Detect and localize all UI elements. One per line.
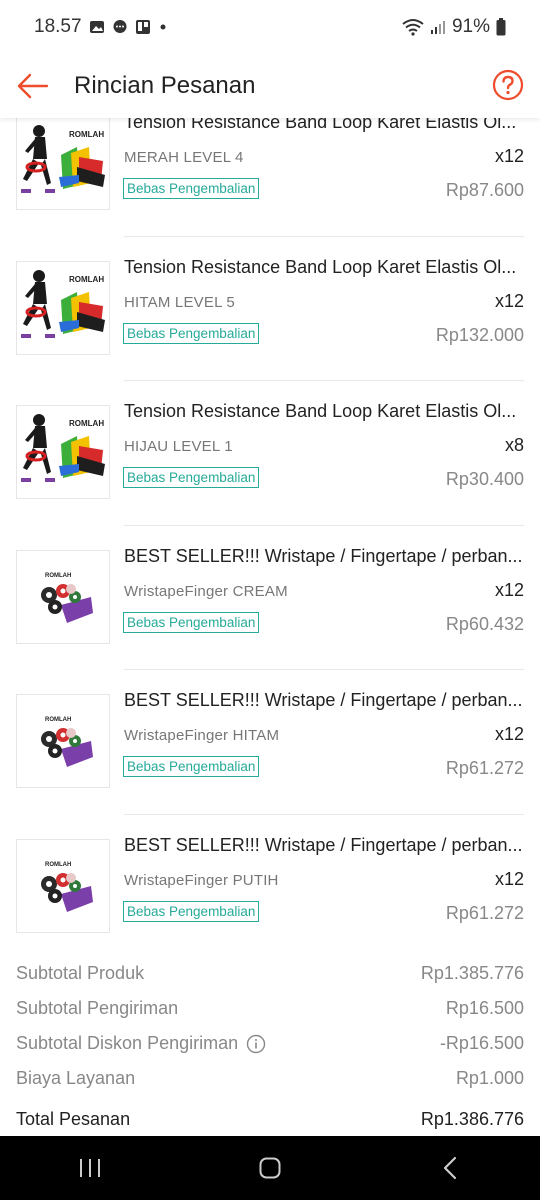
diskon-pengiriman-label: Subtotal Diskon Pengiriman [16,1033,239,1053]
product-name: Tension Resistance Band Loop Karet Elast… [124,118,517,132]
thumb-brand-text: ROMLAH [45,862,71,868]
product-list: ROMLAH Tension Resistance Band Loop Kare… [0,118,540,959]
product-variant: HITAM LEVEL 5 [124,293,235,311]
product-name: BEST SELLER!!! Wristape / Fingertape / p… [124,690,523,710]
product-quantity: x12 [494,724,524,744]
biaya-layanan-label: Biaya Layanan [16,1068,136,1088]
status-right: 91% [402,16,506,38]
product-thumbnail[interactable]: ROMLAH [16,694,110,788]
subtotal-pengiriman-label: Subtotal Pengiriman [16,998,179,1018]
wifi-icon [402,19,424,36]
recent-apps-icon [80,1159,100,1177]
free-return-badge: Bebas Pengembalian [123,178,260,199]
thumb-brand-text: ROMLAH [69,130,104,139]
product-thumbnail[interactable]: ROMLAH [16,838,110,933]
subtotal-produk-value: Rp1.385.776 [420,963,524,983]
product-item[interactable]: ROMLAH Tension Resistance Band Loop Kare… [0,381,540,526]
product-price: Rp61.272 [445,758,524,778]
battery-percent: 91% [451,16,490,37]
order-detail-content: ROMLAH Tension Resistance Band Loop Kare… [0,118,540,1136]
status-left: 18.57 [34,16,168,38]
free-return-badge: Bebas Pengembalian [123,322,260,344]
home-icon [259,1157,281,1179]
back-nav-button[interactable] [420,1136,480,1200]
gallery-icon [89,21,104,33]
wrist-tape-image: ROMLAH [17,839,109,932]
order-summary: Subtotal Produk Rp1.385.776 Subtotal Pen… [0,956,540,1136]
product-variant: MERAH LEVEL 4 [124,149,244,166]
total-pesanan-row: Total Pesanan Rp1.386.776 [0,1102,540,1136]
product-item[interactable]: ROMLAH Tension Resistance Band Loop Kare… [0,118,540,237]
product-quantity: x12 [494,290,524,311]
product-name: BEST SELLER!!! Wristape / Fingertape / p… [124,834,523,855]
product-variant: WristapeFinger HITAM [124,727,280,744]
product-price: Rp61.272 [445,902,524,923]
thumb-brand-text: ROMLAH [69,419,104,428]
total-pesanan-label: Total Pesanan [16,1109,131,1129]
free-return-badge: Bebas Pengembalian [123,900,260,922]
free-return-badge: Bebas Pengembalian [123,611,260,633]
signal-icon [430,21,445,34]
diskon-pengiriman-row: Subtotal Diskon Pengiriman -Rp16.500 [0,1026,540,1061]
diskon-pengiriman-value: -Rp16.500 [439,1033,524,1053]
product-variant: WristapeFinger PUTIH [124,871,279,889]
thumb-brand-text: ROMLAH [45,717,71,723]
product-name: Tension Resistance Band Loop Karet Elast… [124,401,517,421]
product-variant: HIJAU LEVEL 1 [124,438,233,455]
product-quantity: x12 [494,579,524,600]
total-pesanan-value: Rp1.386.776 [420,1109,524,1129]
thumb-brand-text: ROMLAH [45,573,71,579]
resistance-band-image: ROMLAH [17,261,109,354]
thumb-brand-text: ROMLAH [69,275,104,284]
biaya-layanan-value: Rp1.000 [455,1068,524,1088]
app-header: Rincian Pesanan [0,54,540,118]
product-name: BEST SELLER!!! Wristape / Fingertape / p… [124,545,523,566]
free-return-badge: Bebas Pengembalian [123,467,260,488]
home-button[interactable] [240,1136,300,1200]
product-quantity: x12 [494,146,524,166]
subtotal-pengiriman-value: Rp16.500 [445,998,524,1018]
product-name: Tension Resistance Band Loop Karet Elast… [124,256,517,277]
battery-icon [496,18,506,36]
wrist-tape-image: ROMLAH [17,695,109,787]
product-price: Rp132.000 [435,324,524,345]
page-title: Rincian Pesanan [74,72,256,99]
product-thumbnail[interactable]: ROMLAH [16,118,110,210]
question-circle-icon [492,69,524,101]
status-bar: 18.57 91% [0,0,540,54]
product-price: Rp60.432 [445,613,524,634]
diskon-pengiriman-label-group: Subtotal Diskon Pengiriman [16,1033,266,1054]
info-circle-icon[interactable] [246,1034,266,1054]
status-time: 18.57 [34,16,82,37]
board-icon [135,20,150,34]
subtotal-produk-label: Subtotal Produk [16,963,145,983]
product-quantity: x12 [494,868,524,889]
resistance-band-image: ROMLAH [17,118,109,209]
product-item[interactable]: ROMLAH BEST SELLER!!! Wristape / Fingert… [0,670,540,815]
subtotal-produk-row: Subtotal Produk Rp1.385.776 [0,956,540,991]
system-navigation-bar [0,1136,540,1200]
back-button[interactable] [16,69,50,103]
product-thumbnail[interactable]: ROMLAH [16,405,110,499]
chevron-left-icon [443,1156,457,1180]
help-button[interactable] [492,69,526,103]
free-return-badge: Bebas Pengembalian [123,756,260,777]
product-item[interactable]: ROMLAH Tension Resistance Band Loop Kare… [0,237,540,381]
product-quantity: x8 [504,435,524,455]
product-thumbnail[interactable]: ROMLAH [16,260,110,355]
product-price: Rp30.400 [445,469,524,489]
resistance-band-image: ROMLAH [17,406,109,498]
product-item[interactable]: ROMLAH BEST SELLER!!! Wristape / Fingert… [0,815,540,960]
wrist-tape-image: ROMLAH [17,550,109,643]
product-price: Rp87.600 [445,180,524,200]
chat-icon [113,20,127,33]
subtotal-pengiriman-row: Subtotal Pengiriman Rp16.500 [0,991,540,1026]
product-thumbnail[interactable]: ROMLAH [16,549,110,644]
arrow-left-icon [17,73,49,99]
product-item[interactable]: ROMLAH BEST SELLER!!! Wristape / Fingert… [0,526,540,670]
recent-apps-button[interactable] [60,1136,120,1200]
product-variant: WristapeFinger CREAM [124,582,288,600]
biaya-layanan-row: Biaya Layanan Rp1.000 [0,1061,540,1096]
dot-icon [160,24,166,30]
